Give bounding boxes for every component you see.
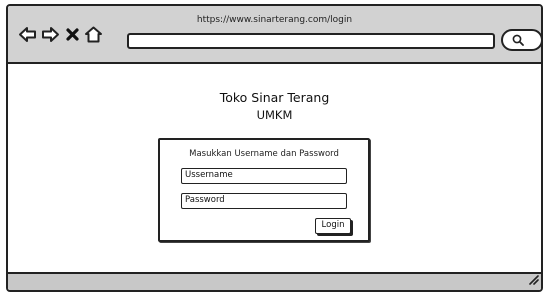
- store-name: Toko Sinar Terang: [219, 90, 330, 105]
- login-form: Masukkan Username dan Password Ussername…: [158, 138, 370, 242]
- resize-grip-icon[interactable]: [527, 270, 539, 289]
- store-subtitle: UMKM: [256, 108, 293, 122]
- login-button[interactable]: Login: [315, 218, 351, 234]
- password-field[interactable]: Password: [181, 193, 347, 209]
- home-icon[interactable]: [84, 26, 103, 43]
- close-icon[interactable]: [65, 26, 80, 43]
- username-field[interactable]: Ussername: [181, 168, 347, 184]
- forward-arrow-icon[interactable]: [41, 26, 60, 43]
- url-caption: https://www.sinarterang.com/login: [196, 15, 353, 25]
- browser-toolbar: https://www.sinarterang.com/login: [8, 6, 541, 64]
- status-bar: [8, 272, 541, 290]
- address-bar[interactable]: [127, 33, 495, 49]
- back-arrow-icon[interactable]: [18, 26, 37, 43]
- page-content: Toko Sinar Terang UMKM Masukkan Username…: [8, 64, 541, 278]
- search-button[interactable]: [501, 29, 541, 51]
- browser-window: https://www.sinarterang.com/login Toko S…: [6, 4, 543, 292]
- login-form-title: Masukkan Username dan Password: [189, 149, 339, 159]
- search-icon: [512, 34, 524, 46]
